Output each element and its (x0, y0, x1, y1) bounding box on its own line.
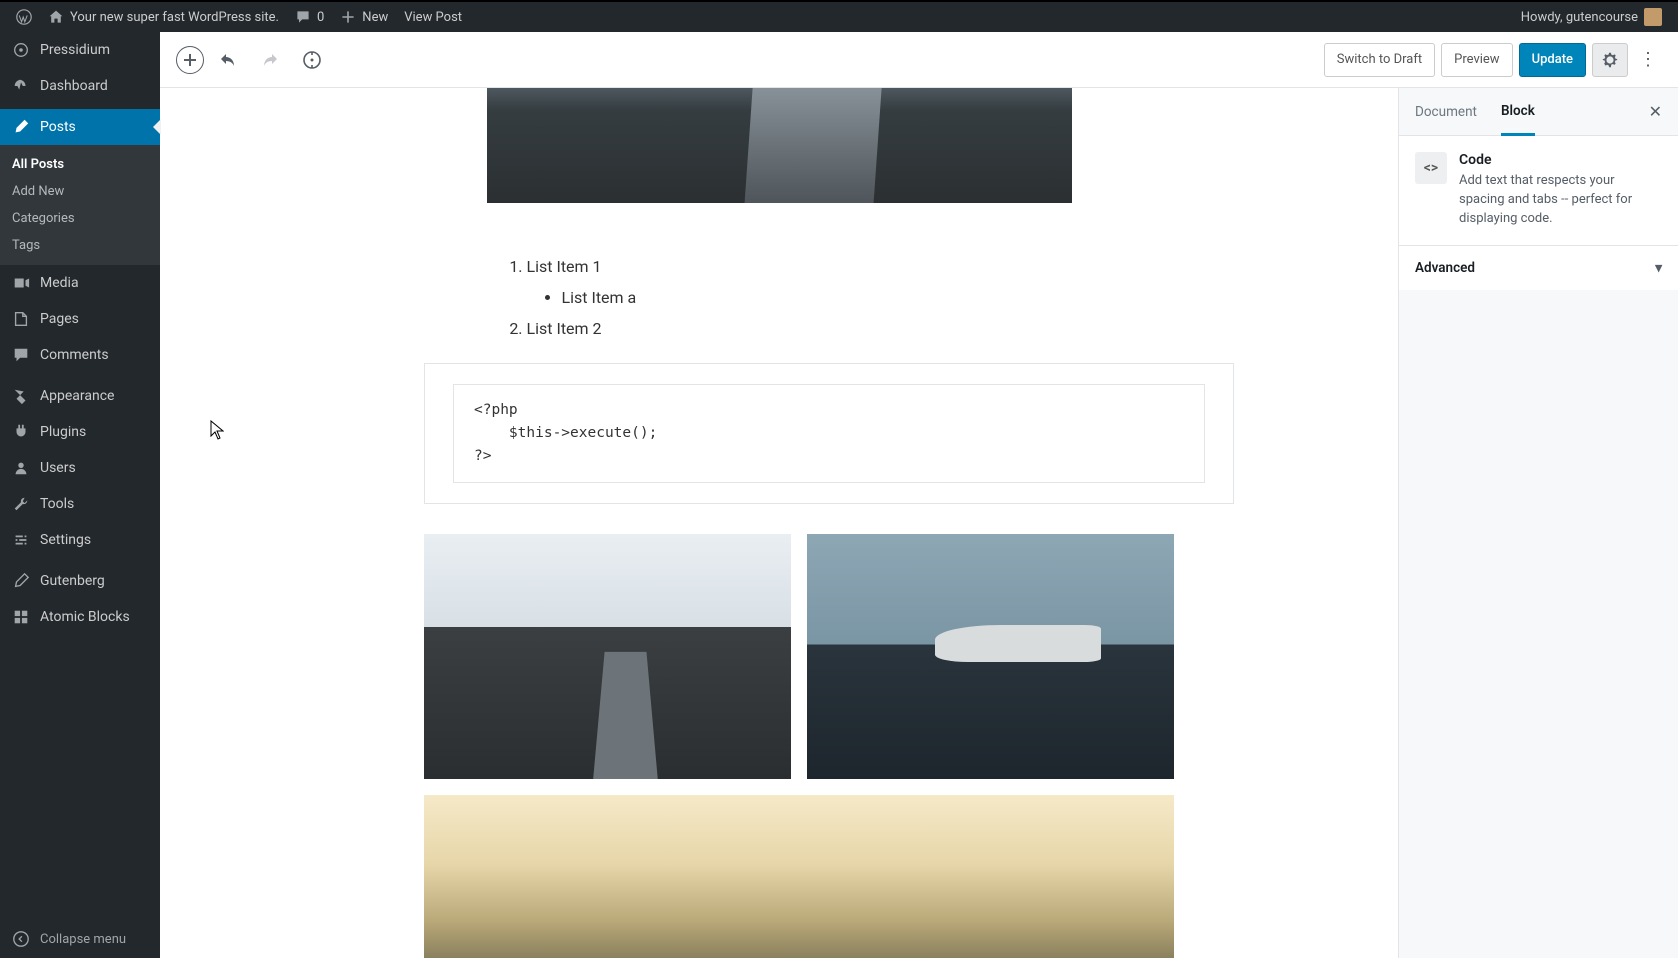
new-label: New (362, 10, 388, 25)
site-home-link[interactable]: Your new super fast WordPress site. (40, 1, 287, 33)
collapse-menu[interactable]: Collapse menu (0, 920, 160, 958)
wp-logo[interactable] (8, 1, 40, 33)
block-title: Code (1459, 152, 1662, 168)
view-post-link[interactable]: View Post (396, 1, 470, 33)
update-button[interactable]: Update (1519, 43, 1586, 77)
settings-sidebar: Document Block ✕ <> Code Add text that r… (1398, 88, 1678, 958)
comments-link[interactable]: 0 (287, 1, 332, 33)
block-editor: Switch to Draft Preview Update ⋮ List It… (160, 32, 1678, 958)
admin-sidebar: Pressidium Dashboard Posts All Posts Add… (0, 32, 160, 958)
sidebar-item-settings[interactable]: Settings (0, 522, 160, 558)
home-icon (48, 9, 64, 25)
block-card: <> Code Add text that respects your spac… (1399, 136, 1678, 246)
editor-toolbar: Switch to Draft Preview Update ⋮ (160, 32, 1678, 88)
avatar (1644, 8, 1662, 26)
close-sidebar-button[interactable]: ✕ (1649, 102, 1662, 121)
sidebar-item-gutenberg[interactable]: Gutenberg (0, 563, 160, 599)
sidebar-item-users[interactable]: Users (0, 450, 160, 486)
sidebar-item-plugins[interactable]: Plugins (0, 414, 160, 450)
plus-icon (340, 9, 356, 25)
list-item: List Item 1 List Item a (527, 253, 1072, 311)
sidebar-item-pages[interactable]: Pages (0, 301, 160, 337)
tab-block[interactable]: Block (1501, 89, 1535, 136)
gallery-image[interactable] (807, 534, 1174, 779)
posts-submenu: All Posts Add New Categories Tags (0, 145, 160, 265)
preview-button[interactable]: Preview (1441, 43, 1512, 77)
chevron-down-icon: ▾ (1655, 260, 1662, 276)
gallery-image[interactable] (424, 534, 791, 779)
my-account-link[interactable]: Howdy, gutencourse (1513, 1, 1670, 33)
submenu-tags[interactable]: Tags (0, 232, 160, 259)
gallery-block[interactable] (424, 534, 1174, 958)
undo-button[interactable] (210, 42, 246, 78)
sidebar-item-pressidium[interactable]: Pressidium (0, 32, 160, 68)
howdy-text: Howdy, gutencourse (1521, 10, 1638, 25)
list-item: List Item 2 (527, 315, 1072, 342)
sidebar-item-tools[interactable]: Tools (0, 486, 160, 522)
code-icon: <> (1415, 152, 1447, 184)
code-block-content[interactable]: <?php $this->execute(); ?> (453, 384, 1205, 484)
sidebar-item-comments[interactable]: Comments (0, 337, 160, 373)
more-menu-button[interactable]: ⋮ (1634, 43, 1662, 77)
new-content-link[interactable]: New (332, 1, 396, 33)
settings-toggle-button[interactable] (1592, 43, 1628, 77)
gallery-image[interactable] (424, 795, 1174, 958)
list-block[interactable]: List Item 1 List Item a List Item 2 (487, 253, 1072, 343)
content-structure-button[interactable] (294, 42, 330, 78)
redo-button (252, 42, 288, 78)
sidebar-item-atomic[interactable]: Atomic Blocks (0, 599, 160, 635)
list-item: List Item a (562, 284, 1072, 311)
sidebar-item-appearance[interactable]: Appearance (0, 378, 160, 414)
comments-count: 0 (317, 10, 324, 25)
submenu-all-posts[interactable]: All Posts (0, 151, 160, 178)
editor-canvas-scroll[interactable]: List Item 1 List Item a List Item 2 <?ph… (160, 88, 1398, 958)
sidebar-item-media[interactable]: Media (0, 265, 160, 301)
switch-to-draft-button[interactable]: Switch to Draft (1324, 43, 1435, 77)
code-block-selected[interactable]: <?php $this->execute(); ?> (424, 363, 1234, 505)
tab-document[interactable]: Document (1415, 90, 1477, 134)
image-block-hero[interactable] (487, 88, 1072, 203)
advanced-panel-toggle[interactable]: Advanced ▾ (1399, 246, 1678, 290)
site-title: Your new super fast WordPress site. (70, 10, 279, 25)
submenu-categories[interactable]: Categories (0, 205, 160, 232)
block-description: Add text that respects your spacing and … (1459, 172, 1662, 229)
submenu-add-new[interactable]: Add New (0, 178, 160, 205)
gear-icon (1601, 51, 1619, 69)
comment-icon (295, 9, 311, 25)
sidebar-item-dashboard[interactable]: Dashboard (0, 68, 160, 104)
sidebar-item-posts[interactable]: Posts (0, 109, 160, 145)
admin-bar: Your new super fast WordPress site. 0 Ne… (0, 0, 1678, 32)
add-block-button[interactable] (176, 46, 204, 74)
